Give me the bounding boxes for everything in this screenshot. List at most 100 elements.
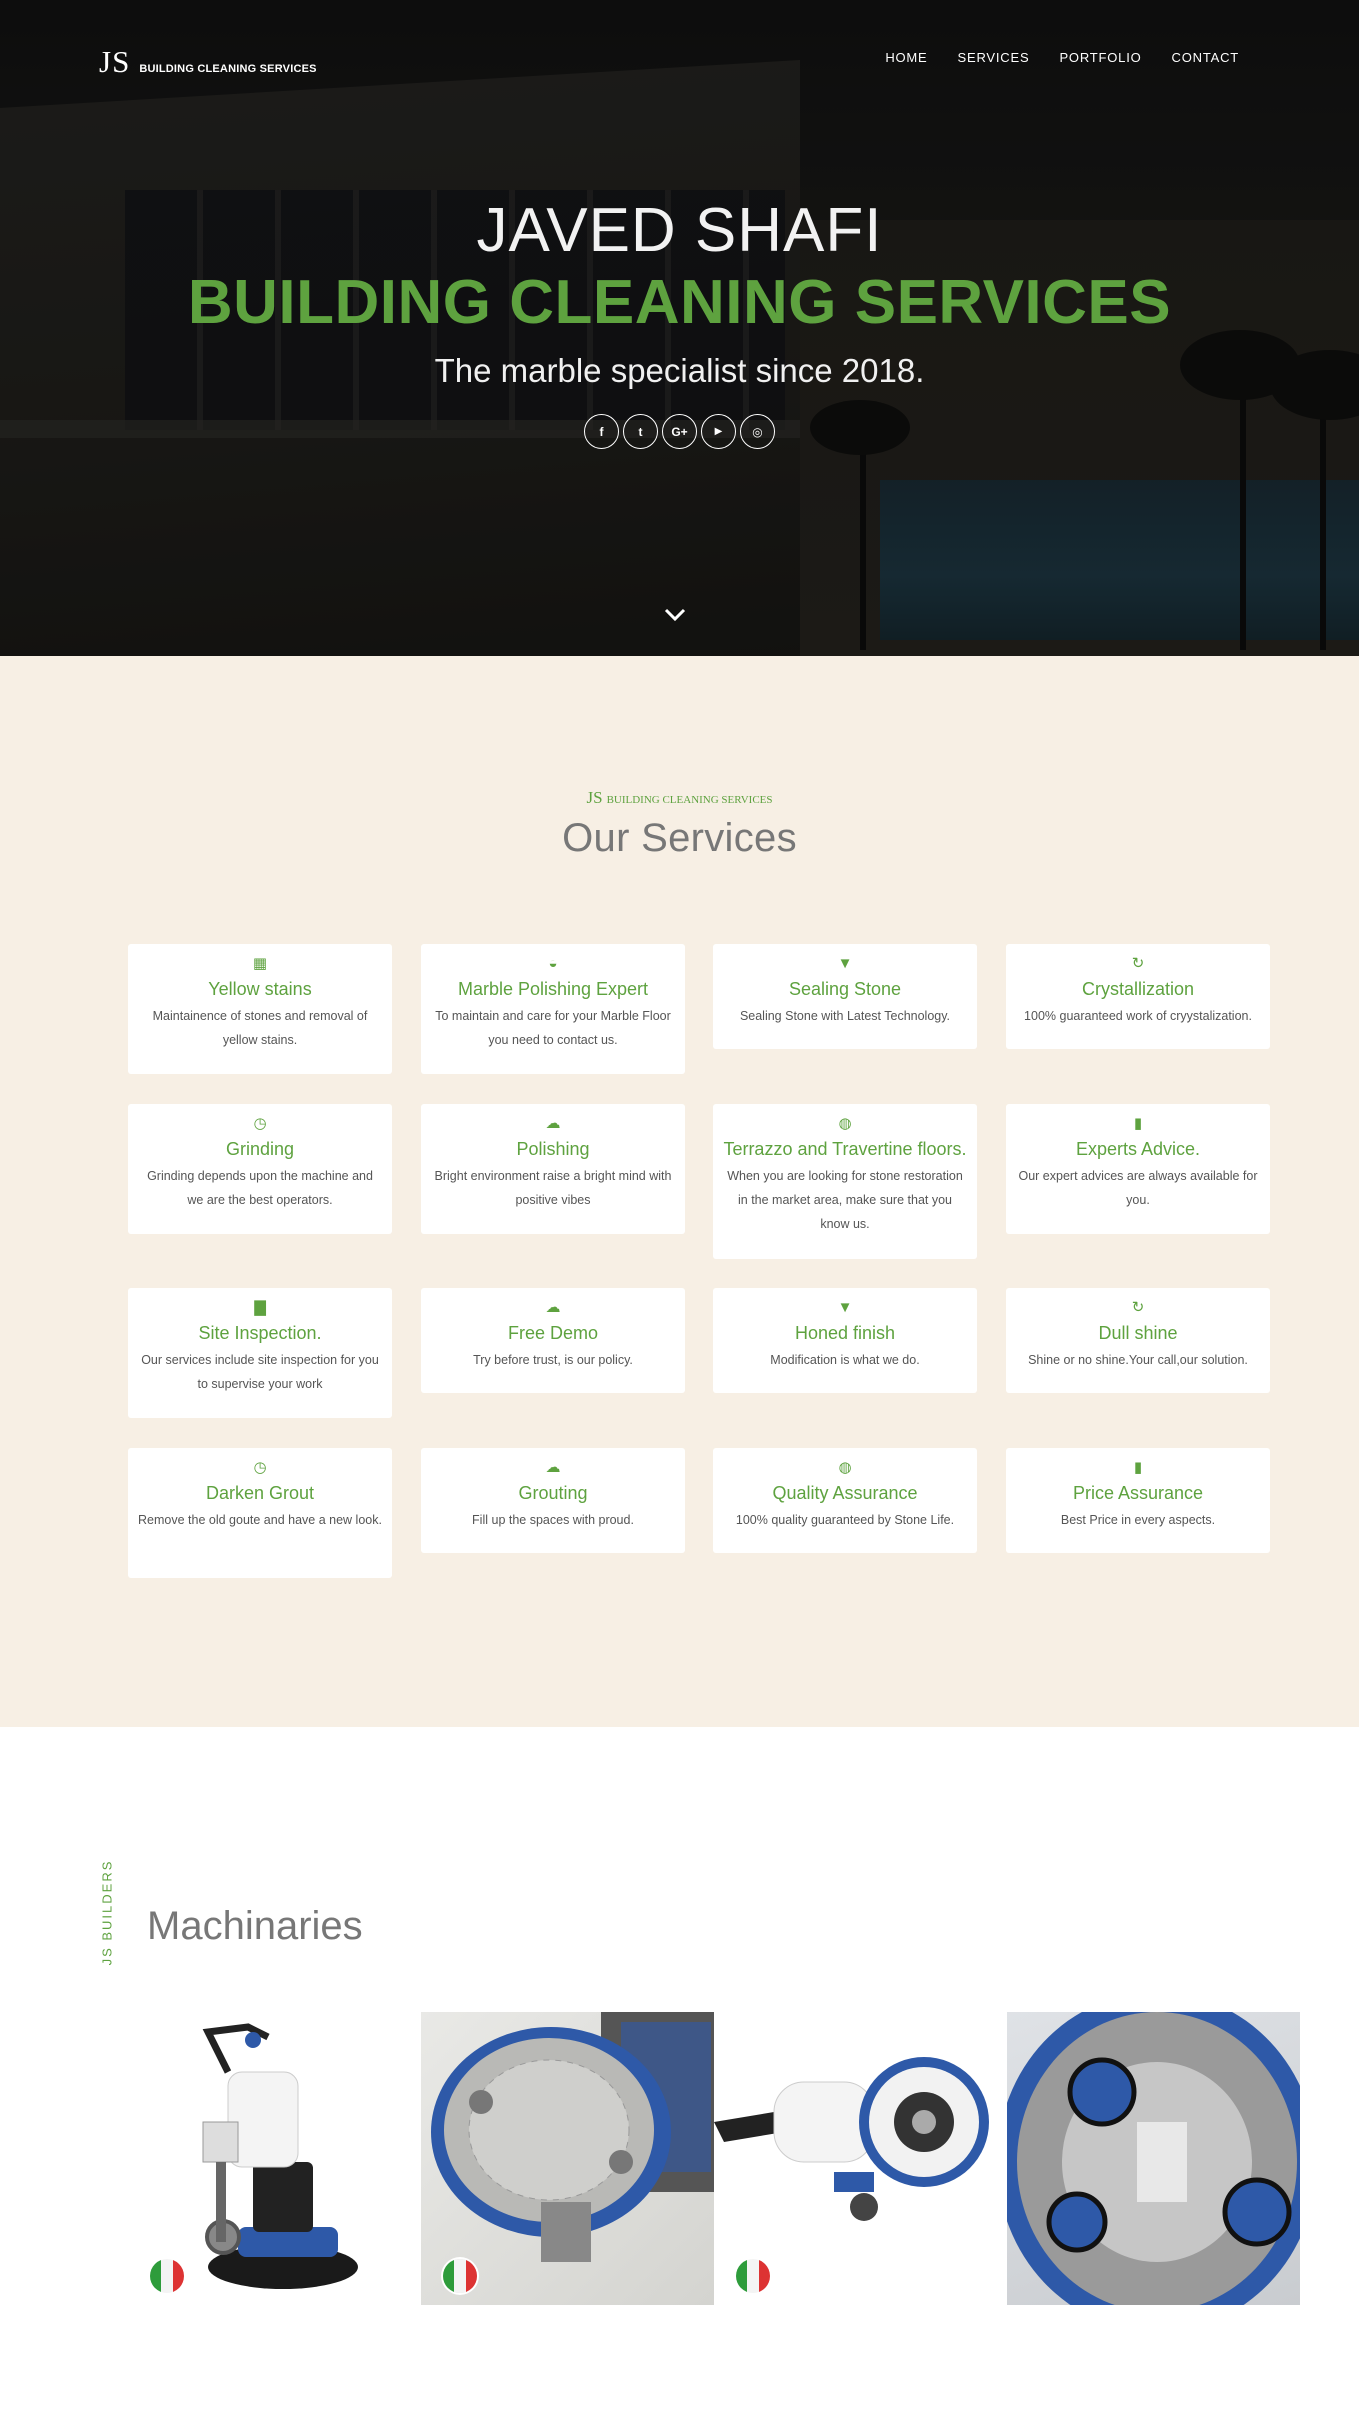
vertical-section-label: JS BUILDERS xyxy=(95,1857,119,1967)
service-card[interactable]: ☁ Free Demo Try before trust, is our polic… xyxy=(421,1288,685,1393)
clock-icon: ◷ xyxy=(253,1115,267,1132)
logo-mark: JS xyxy=(99,44,131,79)
bookmark-icon: ▼ xyxy=(837,1299,853,1316)
service-card-title: Crystallization xyxy=(1081,979,1195,999)
nav-services[interactable]: SERVICES xyxy=(958,50,1030,65)
service-card[interactable]: ◍ Quality Assurance 100% quality guarantee… xyxy=(713,1448,977,1553)
service-card-title: Free Demo xyxy=(507,1323,599,1343)
service-card-description: Our services include site inspection for… xyxy=(141,1353,379,1391)
refresh-icon: ↻ xyxy=(1131,1299,1145,1316)
services-section: JS BUILDING CLEANING SERVICES Our Service… xyxy=(0,656,1359,1727)
service-card-description: Grinding depends upon the machine and we… xyxy=(147,1169,373,1207)
grinding-disc-closeup-image[interactable] xyxy=(421,2012,714,2305)
refresh-icon: ↻ xyxy=(1131,955,1145,972)
service-card[interactable]: ▮ Price Assurance Best Price in every aspe… xyxy=(1006,1448,1270,1553)
service-card[interactable]: ◷ Grinding Grinding depends upon the machi… xyxy=(128,1104,392,1234)
service-card[interactable]: ◷ Darken Grout Remove the old goute and ha… xyxy=(128,1448,392,1578)
clock-icon: ◷ xyxy=(253,1459,267,1476)
service-card-title: Price Assurance xyxy=(1072,1483,1204,1503)
service-card-title: Terrazzo and Travertine floors. xyxy=(723,1139,967,1159)
youtube-icon[interactable]: ▶ xyxy=(701,414,736,449)
bar-chart-icon: ▇ xyxy=(254,1299,266,1316)
service-card-description: Sealing Stone with Latest Technology. xyxy=(739,1009,951,1023)
social-links: f t G+ ▶ ◎ xyxy=(0,414,1359,449)
service-card-title: Polishing xyxy=(516,1139,590,1159)
facebook-icon[interactable]: f xyxy=(584,414,619,449)
scrubber-machine-image[interactable] xyxy=(714,2012,1007,2305)
cloud-icon: ☁ xyxy=(545,1115,561,1132)
cloud-icon: ☁ xyxy=(545,1459,561,1476)
blue-grinder-heads-image[interactable] xyxy=(1007,2012,1300,2305)
floor-grinder-machine-image[interactable] xyxy=(128,2012,421,2305)
machinaries-section: JS BUILDERS Machinaries xyxy=(0,1727,1359,2422)
service-card-description: Try before trust, is our policy. xyxy=(473,1353,633,1367)
nav-home[interactable]: HOME xyxy=(885,50,927,65)
service-card-title: Site Inspection. xyxy=(198,1323,322,1343)
service-card-description: Bright environment raise a bright mind w… xyxy=(434,1169,672,1207)
italy-flag-icon xyxy=(443,2259,477,2293)
service-card-title: Grinding xyxy=(225,1139,295,1159)
hero-tagline: The marble specialist since 2018. xyxy=(434,352,925,389)
google-plus-icon[interactable]: G+ xyxy=(662,414,697,449)
italy-flag-icon xyxy=(736,2259,770,2293)
service-card-title: Marble Polishing Expert xyxy=(457,979,649,999)
service-card-title: Honed finish xyxy=(794,1323,896,1343)
service-card-description: Remove the old goute and have a new look… xyxy=(138,1513,382,1527)
service-card[interactable]: ▼ Sealing Stone Sealing Stone with Latest … xyxy=(713,944,977,1049)
hero-title-name: JAVED SHAFI xyxy=(476,196,883,265)
service-card-description: Our expert advices are always available … xyxy=(1018,1169,1258,1207)
service-card[interactable]: ☁ Polishing Bright environment raise a bri… xyxy=(421,1104,685,1234)
service-card[interactable]: ↻ Dull shine Shine or no shine.Your call,o… xyxy=(1006,1288,1270,1393)
service-card[interactable]: ▼ Honed finish Modification is what we do. xyxy=(713,1288,977,1393)
service-card-description: Maintainence of stones and removal of ye… xyxy=(152,1009,368,1047)
logo-text: BUILDING CLEANING SERVICES xyxy=(139,63,317,75)
instagram-icon[interactable]: ◎ xyxy=(740,414,775,449)
service-card-title: Yellow stains xyxy=(208,979,312,999)
chevron-down-icon[interactable] xyxy=(660,608,690,628)
twitter-icon[interactable]: t xyxy=(623,414,658,449)
service-card[interactable]: ↻ Crystallization 100% guaranteed work of … xyxy=(1006,944,1270,1049)
service-card[interactable]: ◍ Terrazzo and Travertine floors. When you… xyxy=(713,1104,977,1259)
service-card[interactable]: ▦ Yellow stains Maintainence of stones and… xyxy=(128,944,392,1074)
service-card-title: Quality Assurance xyxy=(772,1483,918,1503)
hero-heading: JAVED SHAFI BUILDING CLEANING SERVICES T… xyxy=(0,195,1359,397)
service-card-description: 100% quality guaranteed by Stone Life. xyxy=(735,1513,955,1527)
services-subtitle: JS BUILDING CLEANING SERVICES xyxy=(0,788,1359,808)
nav-contact[interactable]: CONTACT xyxy=(1172,50,1239,65)
service-card[interactable]: ▮ Experts Advice. Our expert advices are a… xyxy=(1006,1104,1270,1234)
cloud-upload-icon: ☁ xyxy=(545,1299,561,1316)
service-card-description: 100% guaranteed work of cryystalization. xyxy=(1024,1009,1252,1023)
main-nav: HOME SERVICES PORTFOLIO CONTACT xyxy=(885,50,1239,65)
subtitle-mark: JS xyxy=(586,788,603,807)
service-card-description: Shine or no shine.Your call,our solution… xyxy=(1028,1353,1248,1367)
subtitle-text: BUILDING CLEANING SERVICES xyxy=(606,794,773,806)
service-card-title: Dull shine xyxy=(1098,1323,1178,1343)
machinaries-title: Machinaries xyxy=(147,1904,363,1948)
service-card-description: When you are looking for stone restorati… xyxy=(727,1169,963,1231)
italy-flag-icon xyxy=(150,2259,184,2293)
vertical-label-text: JS BUILDERS xyxy=(99,1859,115,1965)
globe-icon: ◍ xyxy=(838,1459,852,1476)
machinaries-gallery xyxy=(128,2012,1300,2305)
service-card-title: Sealing Stone xyxy=(788,979,902,999)
service-card[interactable]: ☁ Grouting Fill up the spaces with proud. xyxy=(421,1448,685,1553)
hero-section: JS BUILDING CLEANING SERVICES HOME SERVI… xyxy=(0,0,1359,656)
service-card[interactable]: ▇ Site Inspection. Our services include si… xyxy=(128,1288,392,1418)
tablet-icon: ▮ xyxy=(1133,1115,1143,1132)
shield-icon: ◒ xyxy=(548,955,558,972)
hero-title-company: BUILDING CLEANING SERVICES xyxy=(187,268,1172,337)
service-card-title: Grouting xyxy=(518,1483,588,1503)
site-logo[interactable]: JS BUILDING CLEANING SERVICES xyxy=(99,44,317,80)
services-title: Our Services xyxy=(562,816,797,860)
bookmark-icon: ▼ xyxy=(837,955,853,972)
globe-icon: ◍ xyxy=(838,1115,852,1132)
service-card-description: Modification is what we do. xyxy=(770,1353,920,1367)
grid-icon: ▦ xyxy=(252,955,268,972)
service-card-title: Darken Grout xyxy=(205,1483,315,1503)
service-card-description: Best Price in every aspects. xyxy=(1060,1513,1216,1527)
nav-portfolio[interactable]: PORTFOLIO xyxy=(1059,50,1141,65)
tablet-icon: ▮ xyxy=(1133,1459,1143,1476)
service-card-title: Experts Advice. xyxy=(1075,1139,1201,1159)
service-card[interactable]: ◒ Marble Polishing Expert To maintain and … xyxy=(421,944,685,1074)
top-navbar: JS BUILDING CLEANING SERVICES HOME SERVI… xyxy=(0,0,1359,120)
